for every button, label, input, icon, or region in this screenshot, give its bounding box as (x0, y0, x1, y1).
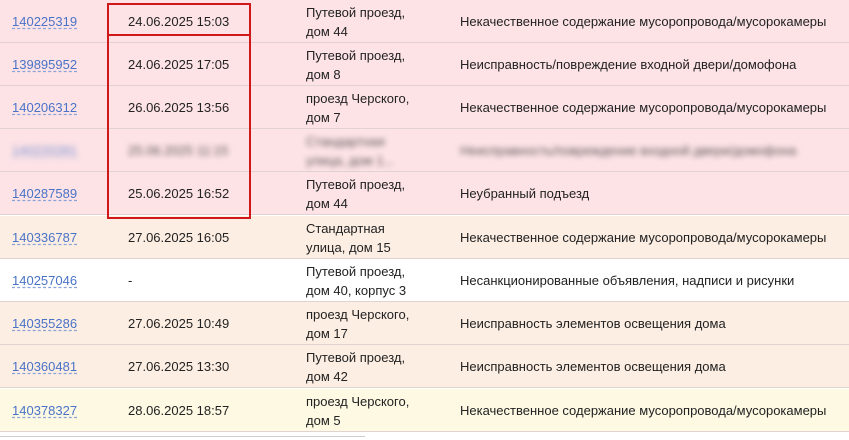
address-line-1: Стандартная (306, 133, 385, 149)
request-description: Некачественное содержание мусоропровода/… (460, 230, 827, 245)
table-row: 140287589 25.06.2025 16:52 Путевой проезд,… (0, 172, 849, 215)
request-date: 28.06.2025 18:57 (128, 403, 230, 418)
request-description: Неубранный подъезд (460, 186, 590, 201)
request-description: Несанкционированные объявления, надписи … (460, 273, 795, 288)
request-description: Неисправность элементов освещения дома (460, 359, 726, 374)
request-address: Путевой проезд, дом 42 (306, 345, 446, 388)
address-line-2: дом 42 (306, 368, 348, 384)
address-line-1: Путевой проезд, (306, 263, 406, 279)
request-id-cell: 140355286 (12, 302, 102, 345)
table-row: 140336787 27.06.2025 16:05 Стандартная улиц… (0, 216, 849, 259)
request-date: 27.06.2025 13:30 (128, 359, 230, 374)
request-description: Некачественное содержание мусоропровода/… (460, 403, 827, 418)
address-line-1: Путевой проезд, (306, 176, 406, 192)
request-date: 27.06.2025 10:49 (128, 316, 230, 331)
address-line-1: проезд Черского, (306, 90, 410, 106)
request-address: Путевой проезд, дом 44 (306, 172, 446, 215)
request-description: Неисправность элементов освещения дома (460, 316, 726, 331)
address-line-2: дом 44 (306, 23, 348, 39)
address-line-2: дом 40, корпус 3 (306, 282, 407, 298)
table-row: 140257046 - Путевой проезд, дом 40, корпус … (0, 259, 849, 302)
address-line-2: дом 8 (306, 66, 341, 82)
address-line-1: Путевой проезд, (306, 349, 406, 365)
table-row: 140360481 27.06.2025 13:30 Путевой проезд,… (0, 345, 849, 388)
request-description: Некачественное содержание мусоропровода/… (460, 14, 827, 29)
address-line-2: улица, дом 15 (306, 239, 391, 255)
request-id-cell: 140257046 (12, 259, 102, 302)
request-id-link[interactable]: 140336787 (12, 228, 77, 247)
table-row: 140378327 28.06.2025 18:57 проезд Черского… (0, 389, 849, 432)
address-line-1: проезд Черского, (306, 306, 410, 322)
request-date: 24.06.2025 17:05 (128, 57, 230, 72)
request-id-link[interactable]: 140360481 (12, 357, 77, 376)
request-address: Путевой проезд, дом 8 (306, 43, 446, 86)
request-address: Путевой проезд, дом 40, корпус 3 (306, 259, 446, 302)
request-id-link[interactable]: 140206312 (12, 98, 77, 117)
request-address: Путевой проезд, дом 44 (306, 0, 446, 43)
request-date: 25.06.2025 16:52 (128, 186, 230, 201)
address-line-2: дом 17 (306, 325, 348, 341)
address-line-1: проезд Черского, (306, 393, 410, 409)
request-id-link[interactable]: 140287589 (12, 184, 77, 203)
request-id-link[interactable]: 140378327 (12, 401, 77, 420)
request-date: 26.06.2025 13:56 (128, 100, 230, 115)
request-date: 25.06.2025 11:15 (128, 143, 229, 158)
address-line-2: дом 5 (306, 412, 341, 428)
request-id-cell: 140287589 (12, 172, 102, 215)
request-description: Некачественное содержание мусоропровода/… (460, 100, 827, 115)
request-id-link[interactable]: 140225319 (12, 12, 77, 31)
request-id-link[interactable]: 140257046 (12, 271, 77, 290)
request-id-link[interactable]: 140220281 (12, 141, 77, 160)
table-row: 140220281 25.06.2025 11:15 Стандартная улиц… (0, 129, 849, 172)
request-id-link[interactable]: 140355286 (12, 314, 77, 333)
request-address: проезд Черского, дом 5 (306, 389, 446, 432)
request-date: 24.06.2025 15:03 (128, 14, 230, 29)
request-address: Стандартная улица, дом 1... (306, 129, 446, 172)
request-address: проезд Черского, дом 7 (306, 86, 446, 129)
request-id-cell: 140206312 (12, 86, 102, 129)
address-line-1: Путевой проезд, (306, 4, 406, 20)
request-address: проезд Черского, дом 17 (306, 302, 446, 345)
request-description: Неисправность/повреждение входной двери/… (460, 57, 797, 72)
request-id-link[interactable]: 139895952 (12, 55, 77, 74)
table-row: 140355286 27.06.2025 10:49 проезд Черского… (0, 302, 849, 345)
request-description: Неисправность/повреждение входной двери/… (460, 143, 797, 158)
address-line-1: Стандартная (306, 220, 385, 236)
address-line-2: улица, дом 1... (306, 152, 395, 168)
request-id-cell: 139895952 (12, 43, 102, 86)
table-row: 140206312 26.06.2025 13:56 проезд Черского… (0, 86, 849, 129)
address-line-2: дом 44 (306, 195, 348, 211)
request-date: 27.06.2025 16:05 (128, 230, 230, 245)
request-date: - (128, 273, 133, 288)
address-line-1: Путевой проезд, (306, 47, 406, 63)
request-address: Стандартная улица, дом 15 (306, 216, 446, 259)
request-id-cell: 140336787 (12, 216, 102, 259)
table-row: 140225319 24.06.2025 15:03 Путевой проезд,… (0, 0, 849, 43)
table-row: 139895952 24.06.2025 17:05 Путевой проезд,… (0, 43, 849, 86)
bottom-border (0, 436, 365, 437)
request-id-cell: 140225319 (12, 0, 102, 43)
request-id-cell: 140378327 (12, 389, 102, 432)
request-id-cell: 140220281 (12, 129, 102, 172)
request-id-cell: 140360481 (12, 345, 102, 388)
address-line-2: дом 7 (306, 109, 341, 125)
